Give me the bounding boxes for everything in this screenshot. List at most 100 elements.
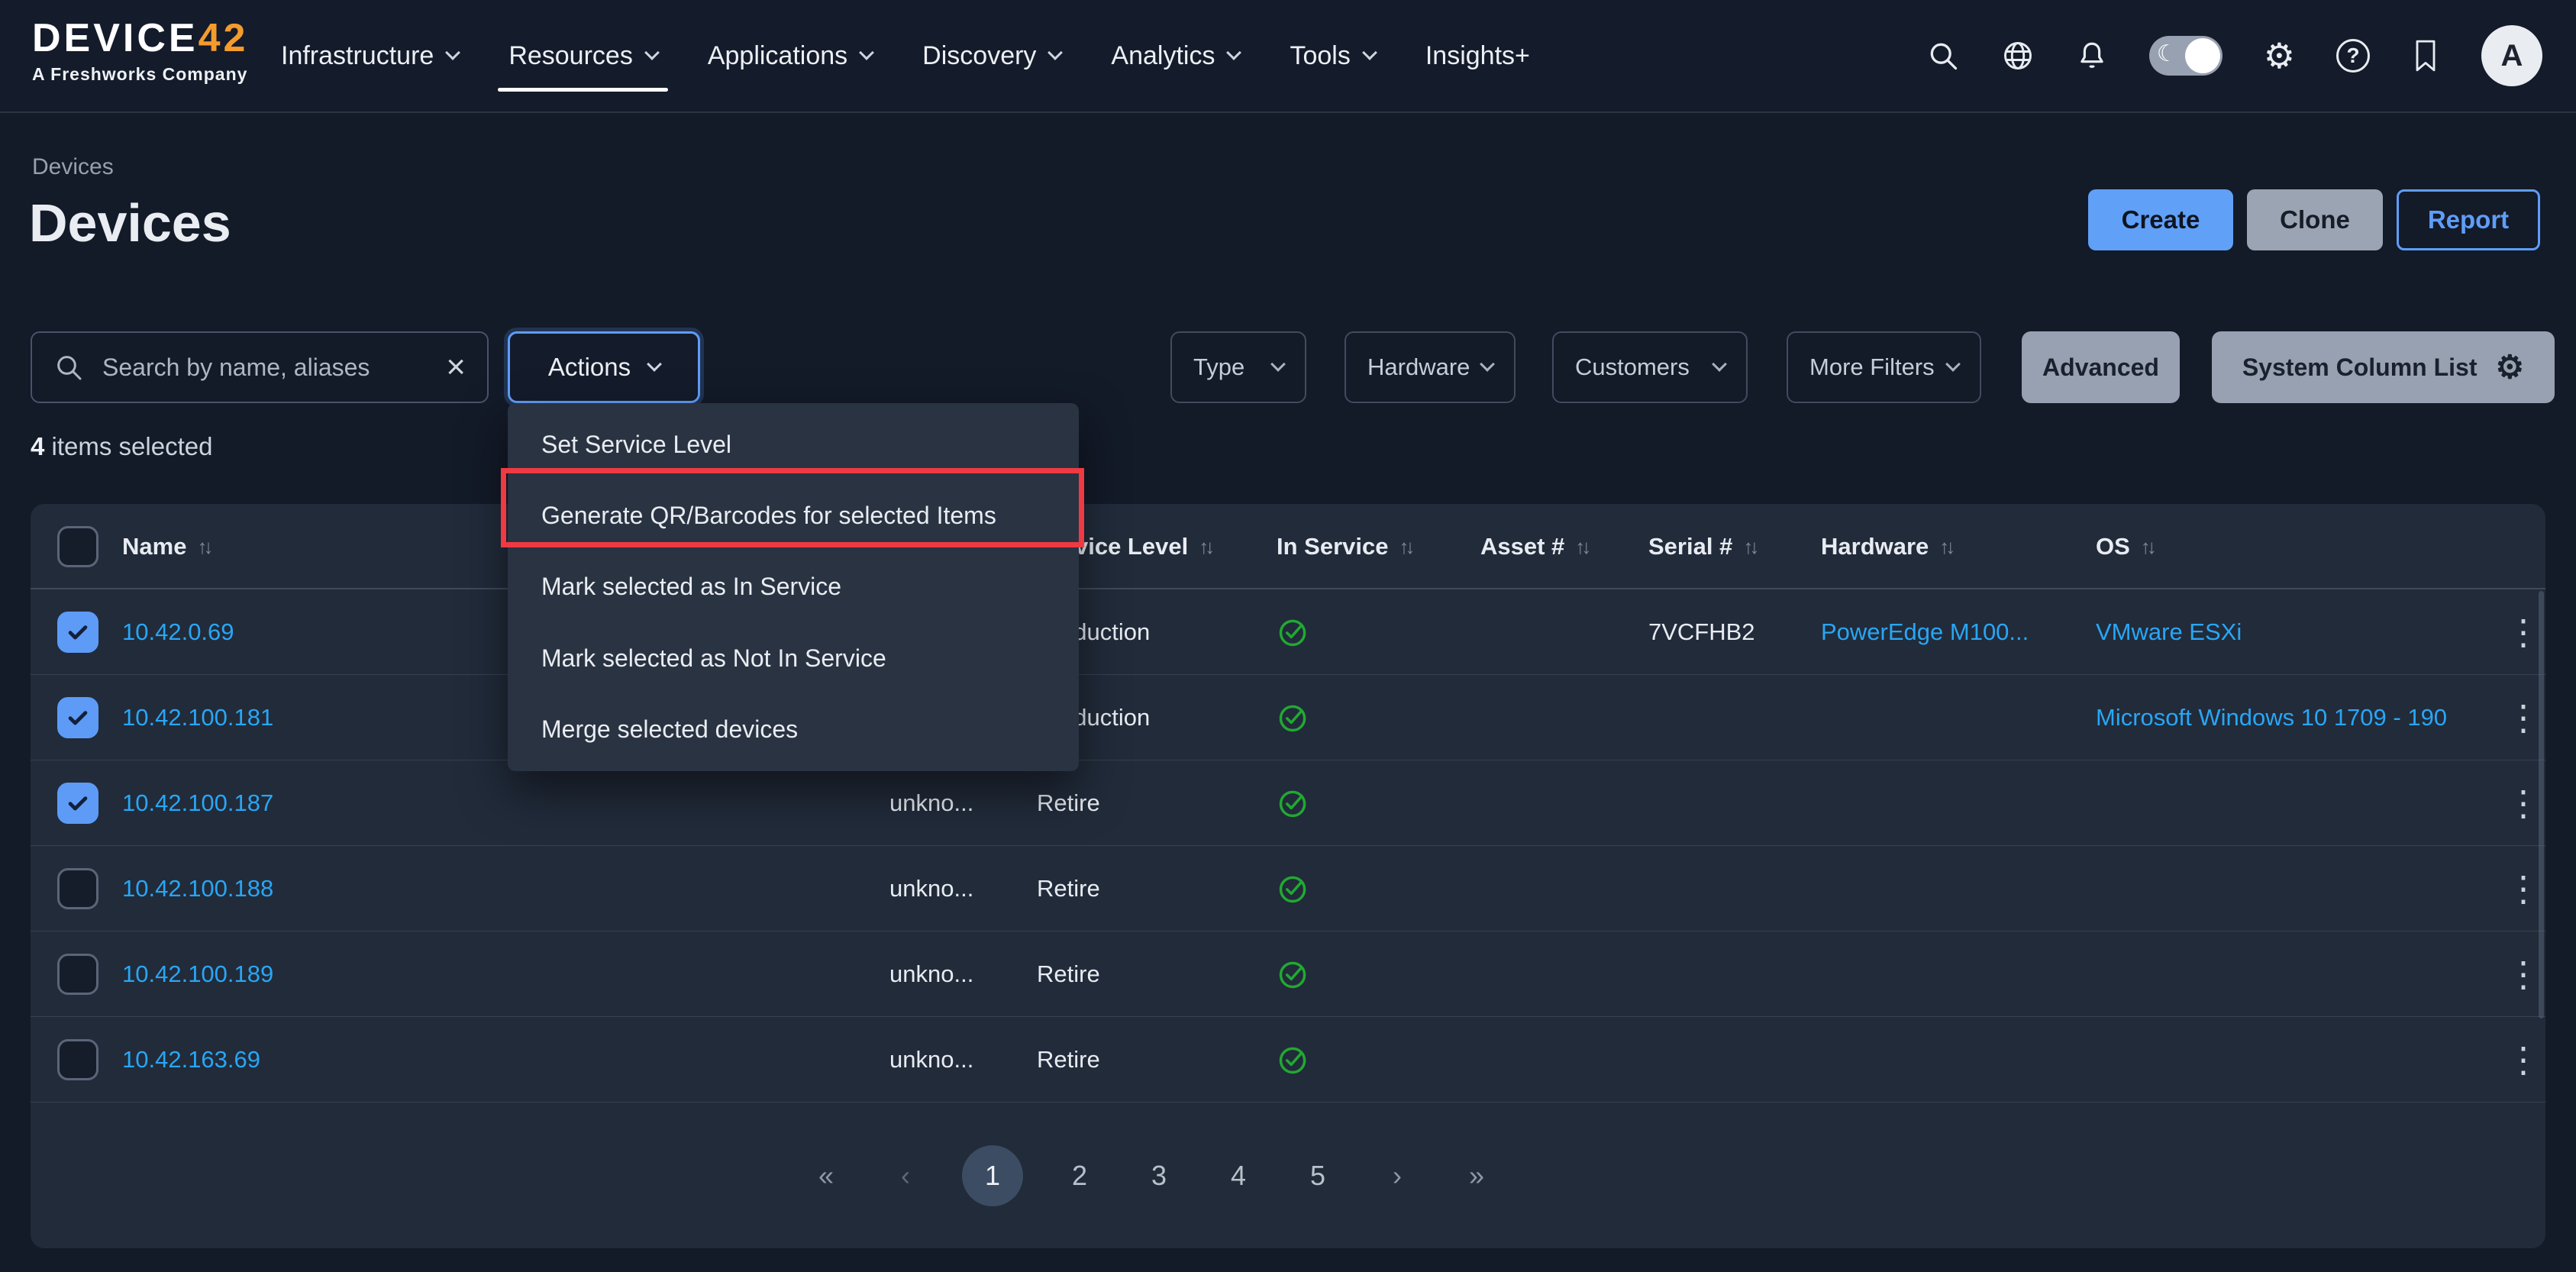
menu-item-set-service-level[interactable]: Set Service Level: [508, 410, 1079, 480]
devices-table-card: Name↑↓ Type↑↓ Service Level↑↓ In Service…: [31, 504, 2545, 1248]
bookmark-icon[interactable]: [2411, 39, 2440, 73]
device-name-link[interactable]: 10.42.100.189: [122, 960, 273, 988]
os-link[interactable]: Microsoft Windows 10 1709 - 190: [2096, 704, 2447, 731]
topbar-icon-group: ☾ ⚙ ? A: [1926, 0, 2542, 111]
nav-item-discovery[interactable]: Discovery: [922, 0, 1060, 111]
create-button[interactable]: Create: [2088, 189, 2233, 250]
report-button[interactable]: Report: [2397, 189, 2540, 250]
pagination-page-3[interactable]: 3: [1136, 1160, 1182, 1192]
serial-cell: 7VCFHB2: [1648, 589, 1755, 674]
menu-item-merge-selected-devices[interactable]: Merge selected devices: [508, 694, 1079, 764]
menu-item-mark-not-in-service[interactable]: Mark selected as Not In Service: [508, 623, 1079, 693]
actions-dropdown-button[interactable]: Actions: [508, 331, 700, 403]
table-header-serial[interactable]: Serial #↑↓: [1648, 504, 1759, 589]
filter-more-filters-dropdown[interactable]: More Filters: [1787, 331, 1981, 403]
breadcrumb[interactable]: Devices: [32, 154, 114, 180]
type-cell: unkno...: [889, 846, 973, 931]
service-level-cell: Retire: [1037, 1017, 1100, 1102]
system-column-list-button[interactable]: System Column List⚙: [2212, 331, 2555, 403]
table-row: 10.42.100.189 unkno... Retire ⋮: [31, 931, 2545, 1017]
scrollbar[interactable]: [2539, 591, 2544, 1019]
chevron-down-icon: [859, 45, 874, 60]
device-name-link[interactable]: 10.42.163.69: [122, 1046, 260, 1073]
chevron-down-icon: [644, 45, 660, 60]
in-service-check-icon: [1277, 872, 1310, 906]
settings-gear-icon[interactable]: ⚙: [2264, 38, 2295, 73]
pagination-page-1[interactable]: 1: [962, 1145, 1023, 1206]
device-name-link[interactable]: 10.42.100.188: [122, 875, 273, 902]
row-checkbox[interactable]: [57, 697, 98, 738]
table-footer: « ‹ 1 2 3 4 5 › » Total2291Devices: [31, 1103, 2545, 1248]
pagination-first-button[interactable]: «: [803, 1160, 849, 1192]
menu-item-generate-qr-barcodes[interactable]: Generate QR/Barcodes for selected Items: [508, 481, 1079, 551]
device-name-link[interactable]: 10.42.0.69: [122, 618, 234, 646]
menu-item-mark-in-service[interactable]: Mark selected as In Service: [508, 552, 1079, 622]
chevron-down-icon: [1048, 45, 1064, 60]
nav-item-infrastructure[interactable]: Infrastructure: [281, 0, 458, 111]
row-checkbox[interactable]: [57, 783, 98, 824]
chevron-down-icon: [445, 45, 460, 60]
dark-mode-toggle[interactable]: ☾: [2149, 36, 2223, 76]
row-menu-kebab-icon[interactable]: ⋮: [2506, 1042, 2541, 1077]
row-checkbox[interactable]: [57, 1039, 98, 1080]
filter-customers-dropdown[interactable]: Customers: [1552, 331, 1748, 403]
os-link[interactable]: VMware ESXi: [2096, 618, 2242, 646]
row-menu-kebab-icon[interactable]: ⋮: [2506, 957, 2541, 992]
table-header-in-service[interactable]: In Service↑↓: [1277, 504, 1415, 589]
table-row: 10.42.100.187 unkno... Retire ⋮: [31, 760, 2545, 846]
in-service-check-icon: [1277, 615, 1310, 649]
service-level-cell: Retire: [1037, 846, 1100, 931]
user-avatar[interactable]: A: [2481, 25, 2542, 86]
sort-icon: ↑↓: [1743, 535, 1759, 559]
nav-item-analytics[interactable]: Analytics: [1111, 0, 1239, 111]
sort-icon: ↑↓: [197, 535, 213, 559]
row-checkbox[interactable]: [57, 868, 98, 909]
chevron-down-icon: [1362, 45, 1377, 60]
device-search-box: ×: [31, 331, 489, 403]
service-level-cell: Retire: [1037, 760, 1100, 845]
row-checkbox[interactable]: [57, 954, 98, 995]
row-menu-kebab-icon[interactable]: ⋮: [2506, 700, 2541, 735]
globe-icon[interactable]: [2001, 39, 2035, 73]
chevron-down-icon: [1227, 45, 1242, 60]
table-header-hardware[interactable]: Hardware↑↓: [1821, 504, 1955, 589]
select-all-checkbox[interactable]: [57, 504, 98, 589]
search-input[interactable]: [102, 354, 428, 382]
device-name-link[interactable]: 10.42.100.187: [122, 789, 273, 817]
advanced-button[interactable]: Advanced: [2022, 331, 2180, 403]
selected-items-count: 4 items selected: [31, 432, 212, 461]
help-icon[interactable]: ?: [2336, 39, 2370, 73]
table-header-name[interactable]: Name↑↓: [122, 504, 213, 589]
notifications-bell-icon[interactable]: [2076, 39, 2108, 73]
sort-icon: ↑↓: [2141, 535, 2157, 559]
filter-type-dropdown[interactable]: Type: [1170, 331, 1306, 403]
table-header-os[interactable]: OS↑↓: [2096, 504, 2157, 589]
nav-item-tools[interactable]: Tools: [1290, 0, 1374, 111]
device-name-link[interactable]: 10.42.100.181: [122, 704, 273, 731]
table-row: 10.42.100.181 unkno... Production Micros…: [31, 675, 2545, 760]
hardware-link[interactable]: PowerEdge M100...: [1821, 618, 2029, 646]
row-menu-kebab-icon[interactable]: ⋮: [2506, 786, 2541, 821]
row-menu-kebab-icon[interactable]: ⋮: [2506, 871, 2541, 906]
table-row: 10.42.0.69 unkno... Production 7VCFHB2 P…: [31, 589, 2545, 675]
in-service-check-icon: [1277, 957, 1310, 991]
device42-logo[interactable]: DEVICE42 A Freshworks Company: [32, 18, 248, 85]
moon-icon: ☾: [2157, 40, 2177, 67]
clone-button[interactable]: Clone: [2247, 189, 2383, 250]
filter-hardware-dropdown[interactable]: Hardware: [1344, 331, 1516, 403]
row-menu-kebab-icon[interactable]: ⋮: [2506, 615, 2541, 650]
nav-item-resources[interactable]: Resources: [508, 0, 657, 111]
table-header-asset[interactable]: Asset #↑↓: [1480, 504, 1591, 589]
row-checkbox[interactable]: [57, 612, 98, 653]
clear-search-icon[interactable]: ×: [446, 350, 466, 384]
pagination-last-button[interactable]: »: [1454, 1160, 1499, 1192]
search-icon[interactable]: [1926, 39, 1960, 73]
pagination-prev-button[interactable]: ‹: [883, 1160, 928, 1192]
main-nav: Infrastructure Resources Applications Di…: [281, 0, 1530, 111]
pagination-next-button[interactable]: ›: [1374, 1160, 1420, 1192]
nav-item-applications[interactable]: Applications: [708, 0, 872, 111]
nav-item-insights[interactable]: Insights+: [1425, 0, 1530, 111]
pagination-page-2[interactable]: 2: [1057, 1160, 1102, 1192]
pagination-page-4[interactable]: 4: [1215, 1160, 1261, 1192]
pagination-page-5[interactable]: 5: [1295, 1160, 1341, 1192]
